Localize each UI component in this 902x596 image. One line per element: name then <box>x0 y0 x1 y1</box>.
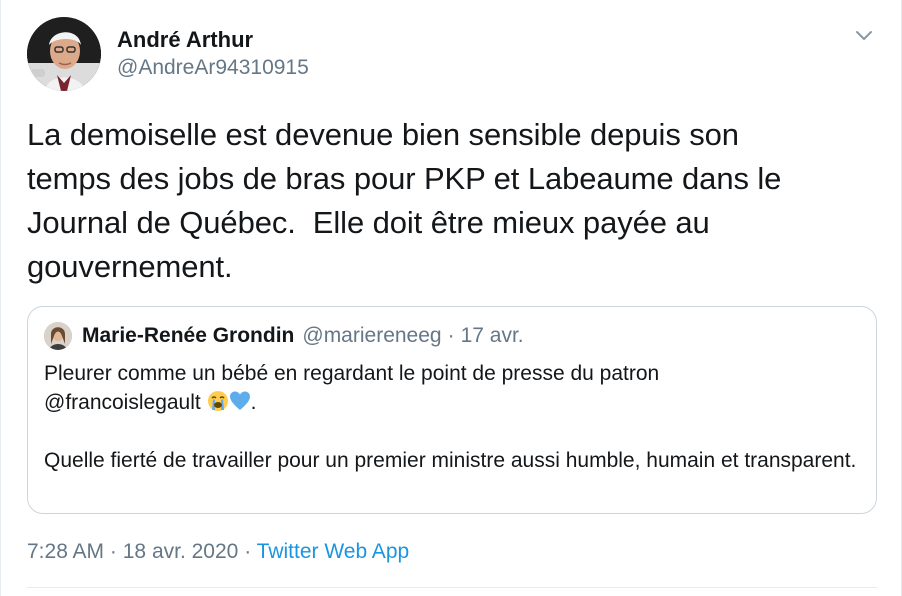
quoted-line-2: @francoislegault . <box>44 388 859 417</box>
tweet-footer: 7:28 AM · 18 avr. 2020 · Twitter Web App <box>27 536 409 568</box>
quoted-tweet-header: Marie-Renée Grondin @marierenееg · 17 av… <box>44 321 524 351</box>
quoted-date: 17 avr. <box>460 324 524 347</box>
quoted-tweet-text: Pleurer comme un bébé en regardant le po… <box>44 359 859 475</box>
footer-source-separator: · <box>244 540 252 563</box>
quoted-separator: · <box>447 324 455 347</box>
author-avatar[interactable] <box>27 17 101 91</box>
tweet-header: André Arthur @AndreAr94310915 <box>27 17 309 91</box>
tweet-text: La demoiselle est devenue bien sensible … <box>27 117 782 284</box>
tweet-card: André Arthur @AndreAr94310915 La demoise… <box>0 0 902 596</box>
tweet-time[interactable]: 7:28 AM <box>27 540 104 563</box>
quoted-period: . <box>250 391 257 414</box>
quoted-paragraph-2: Quelle fierté de travailler pour un prem… <box>44 449 857 472</box>
crying-face-emoji <box>207 390 229 412</box>
divider <box>27 587 877 588</box>
author-handle[interactable]: @AndreAr94310915 <box>117 54 309 82</box>
quoted-author-display-name: Marie-Renée Grondin <box>82 324 295 347</box>
quoted-author-handle: @marierenееg <box>302 324 442 347</box>
author-names: André Arthur @AndreAr94310915 <box>117 26 309 82</box>
blue-heart-emoji <box>229 390 251 412</box>
quoted-line-1: Pleurer comme un bébé en regardant le po… <box>44 362 660 385</box>
quoted-tweet[interactable]: Marie-Renée Grondin @marierenееg · 17 av… <box>27 306 877 514</box>
quoted-author-avatar <box>44 322 72 350</box>
quoted-mention: @francoislegault <box>44 391 201 414</box>
source-link[interactable]: Twitter Web App <box>257 540 410 563</box>
tweet-date[interactable]: 18 avr. 2020 <box>123 540 239 563</box>
chevron-down-icon[interactable] <box>853 28 875 44</box>
author-display-name[interactable]: André Arthur <box>117 26 309 54</box>
footer-separator: · <box>109 540 117 563</box>
